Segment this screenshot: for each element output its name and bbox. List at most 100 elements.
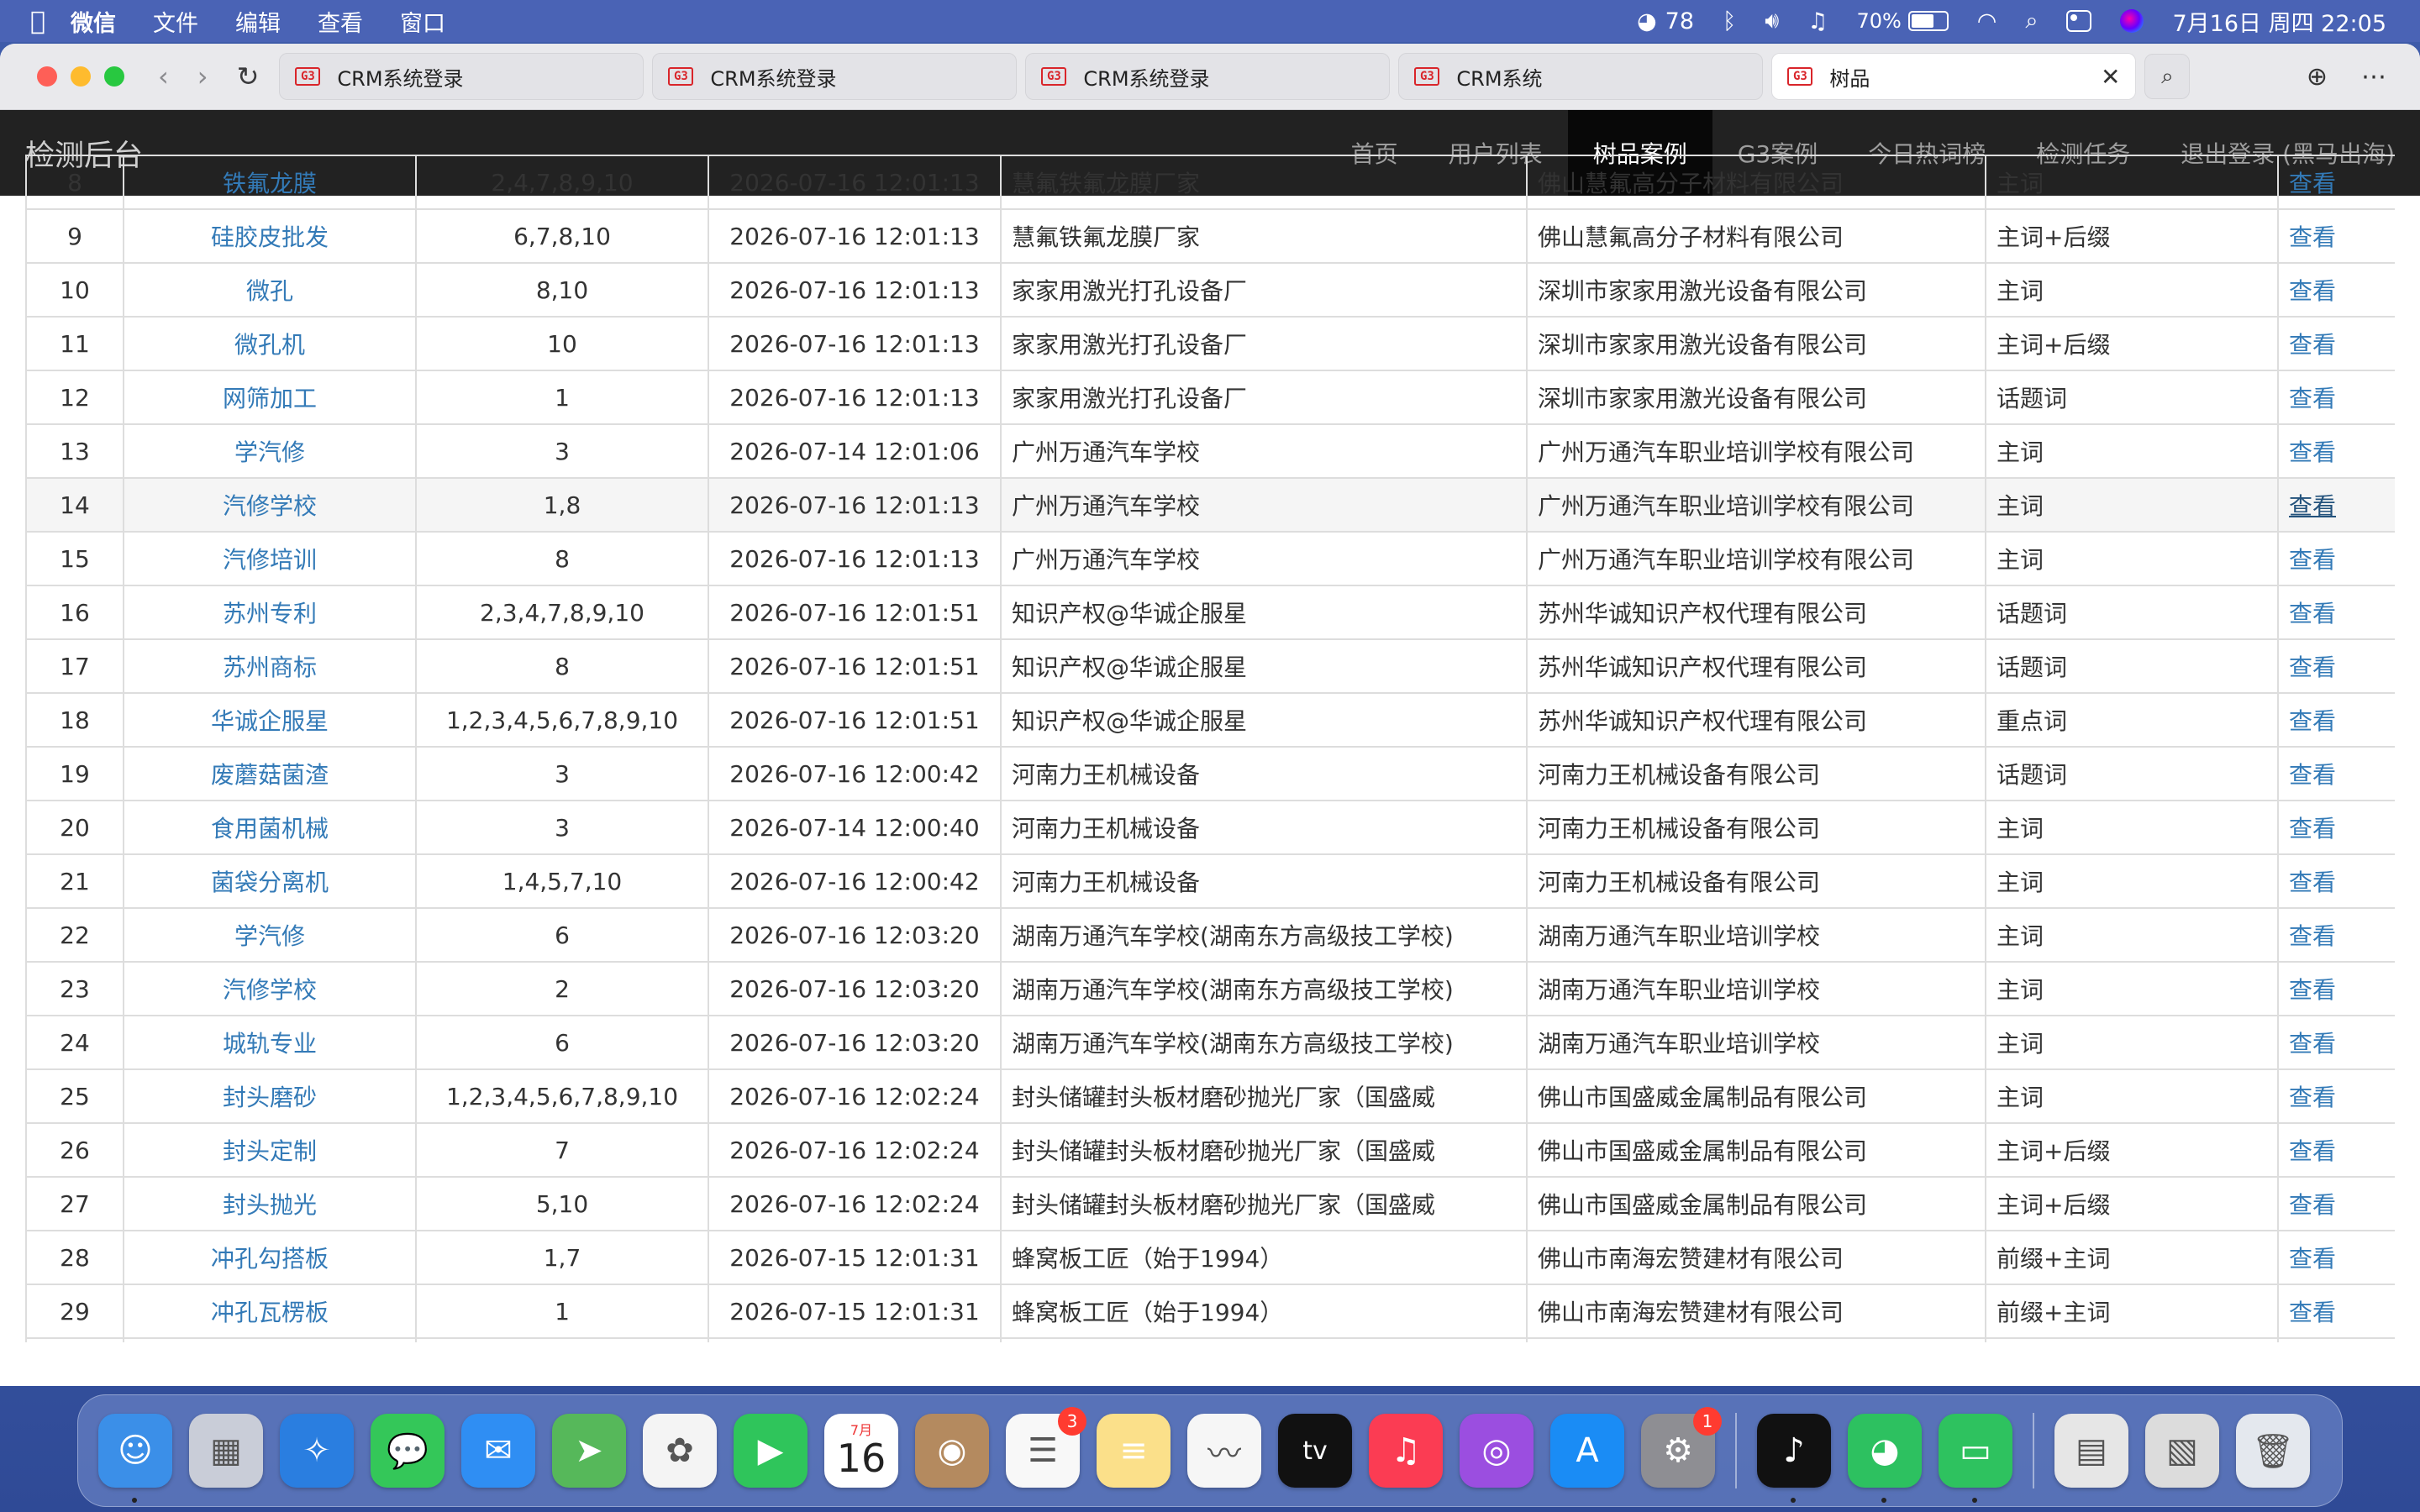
calendar-icon[interactable]: 7月 16 (824, 1414, 898, 1488)
keyword-link[interactable]: 硅胶皮批发 (211, 223, 329, 251)
spotlight-search-icon[interactable]: ⌕ (2025, 8, 2038, 34)
battery-status[interactable]: 70% (1856, 9, 1949, 33)
browser-tab-4[interactable]: G3 CRM系统 (1398, 53, 1764, 100)
keyword-link[interactable]: 汽修培训 (223, 546, 317, 574)
chat-icon[interactable]: ▭ (1939, 1414, 2012, 1503)
view-link[interactable]: 查看 (2289, 1030, 2336, 1058)
keyword-link[interactable]: 冲孔勾搭板 (211, 1245, 329, 1273)
view-link[interactable]: 查看 (2289, 654, 2336, 681)
finder-icon[interactable]: ☺ (98, 1414, 172, 1503)
view-link[interactable]: 查看 (2289, 223, 2336, 251)
browser-tab-1[interactable]: G3 CRM系统登录 (279, 53, 644, 100)
view-link[interactable]: 查看 (2289, 546, 2336, 574)
menu-file[interactable]: 文件 (153, 5, 198, 38)
view-link[interactable]: 查看 (2289, 438, 2336, 466)
keyword-link[interactable]: 苏州商标 (223, 654, 317, 681)
keyword-link[interactable]: 食用菌机械 (211, 815, 329, 843)
minimize-window-button[interactable] (71, 66, 91, 87)
menu-view[interactable]: 查看 (318, 5, 363, 38)
close-tab-icon[interactable]: ✕ (2101, 63, 2120, 91)
apple-menu-icon[interactable]:  (30, 7, 45, 36)
view-link[interactable]: 查看 (2289, 1191, 2336, 1219)
view-link[interactable]: 查看 (2289, 600, 2336, 627)
wechat-status-item[interactable]: ◕ 78 (1637, 8, 1694, 34)
freeform-icon[interactable]: 〰 (1187, 1414, 1261, 1488)
view-link[interactable]: 查看 (2289, 170, 2336, 197)
results-table-container[interactable]: 8 铁氟龙膜 2,4,7,8,9,10 2026-07-16 12:01:13 慧氟铁氟… (25, 155, 2395, 1342)
keyword-link[interactable]: 汽修学校 (223, 492, 317, 520)
view-link[interactable]: 查看 (2289, 277, 2336, 305)
keyword-link[interactable]: 学汽修 (234, 438, 305, 466)
bluetooth-icon[interactable]: ᛒ (1723, 8, 1736, 34)
music-app-icon[interactable]: ♪ (1757, 1414, 1831, 1503)
globe-icon[interactable]: ⊕ (2307, 62, 2328, 92)
notes-icon[interactable]: ≡ (1097, 1414, 1171, 1488)
view-link[interactable]: 查看 (2289, 815, 2336, 843)
maps-icon[interactable]: ➤ (552, 1414, 626, 1488)
contacts-icon[interactable]: ◉ (915, 1414, 989, 1488)
view-link[interactable]: 查看 (2289, 922, 2336, 950)
preview-icon[interactable]: ▤ (2054, 1414, 2128, 1488)
view-link[interactable]: 查看 (2289, 707, 2336, 735)
view-link[interactable]: 查看 (2289, 385, 2336, 412)
siri-icon[interactable] (2120, 9, 2144, 33)
safari-icon[interactable]: ✧ (280, 1414, 354, 1488)
view-link[interactable]: 查看 (2289, 976, 2336, 1004)
view-link[interactable]: 查看 (2289, 1299, 2336, 1326)
photos-icon[interactable]: ✿ (643, 1414, 717, 1488)
messages-icon[interactable]: 💬 (371, 1414, 445, 1488)
podcasts-icon[interactable]: ◎ (1460, 1414, 1534, 1488)
keyword-link[interactable]: 苏州专利 (223, 600, 317, 627)
keyword-link[interactable]: 封头定制 (223, 1137, 317, 1165)
music-icon[interactable]: ♫ (1369, 1414, 1443, 1488)
zoom-window-button[interactable] (104, 66, 124, 87)
keyword-link[interactable]: 铁氟龙膜 (223, 170, 317, 197)
view-link[interactable]: 查看 (2289, 761, 2336, 789)
view-link[interactable]: 查看 (2289, 331, 2336, 359)
browser-tab-3[interactable]: G3 CRM系统登录 (1025, 53, 1391, 100)
keyword-link[interactable]: 华诚企服星 (211, 707, 329, 735)
app-store-icon[interactable]: A (1550, 1414, 1624, 1488)
menu-edit[interactable]: 编辑 (235, 5, 281, 38)
keyword-link[interactable]: 菌袋分离机 (211, 869, 329, 896)
keyword-link[interactable]: 封头抛光 (223, 1191, 317, 1219)
menu-app-name[interactable]: 微信 (71, 5, 116, 38)
menu-window[interactable]: 窗口 (400, 5, 445, 38)
wifi-icon[interactable]: ◠ (1977, 8, 1997, 34)
control-center-icon[interactable] (2066, 10, 2092, 32)
wechat-icon[interactable]: ◕ (1848, 1414, 1922, 1503)
view-link[interactable]: 查看 (2289, 492, 2336, 520)
keyword-link[interactable]: 封头磨砂 (223, 1084, 317, 1111)
view-link[interactable]: 查看 (2289, 1137, 2336, 1165)
keyword-link[interactable]: 汽修学校 (223, 976, 317, 1004)
screenshot-icon[interactable]: ▧ (2145, 1414, 2219, 1488)
view-link[interactable]: 查看 (2289, 1245, 2336, 1273)
menu-datetime[interactable]: 7月16日 周四 22:05 (2172, 5, 2386, 38)
facetime-icon[interactable]: ▶ (734, 1414, 808, 1488)
view-link[interactable]: 查看 (2289, 869, 2336, 896)
mail-icon[interactable]: ✉ (461, 1414, 535, 1488)
view-link[interactable]: 查看 (2289, 1084, 2336, 1111)
keyword-link[interactable]: 微孔机 (234, 331, 305, 359)
reload-icon[interactable]: ↻ (237, 60, 260, 92)
browser-tab-5-active[interactable]: G3 树品 ✕ (1771, 53, 2137, 100)
keyword-link[interactable]: 微孔 (246, 277, 293, 305)
forward-icon[interactable]: › (197, 60, 208, 92)
back-icon[interactable]: ‹ (158, 60, 169, 92)
trash-icon[interactable]: 🗑 (2236, 1414, 2310, 1488)
close-window-button[interactable] (37, 66, 57, 87)
reminders-icon[interactable]: ☰ 3 (1006, 1407, 1086, 1488)
apple-tv-icon[interactable]: tv (1278, 1414, 1352, 1488)
keyword-link[interactable]: 网筛加工 (223, 385, 317, 412)
tab-search-button[interactable]: ⌕ (2144, 54, 2191, 99)
keyword-link[interactable]: 学汽修 (234, 922, 305, 950)
keyword-link[interactable]: 城轨专业 (223, 1030, 317, 1058)
launchpad-icon[interactable]: ▦ (189, 1414, 263, 1488)
keyword-link[interactable]: 冲孔瓦楞板 (211, 1299, 329, 1326)
browser-tab-2[interactable]: G3 CRM系统登录 (652, 53, 1018, 100)
more-options-icon[interactable]: ⋯ (2361, 62, 2386, 92)
keyword-link[interactable]: 废蘑菇菌渣 (211, 761, 329, 789)
system-settings-icon[interactable]: ⚙ 1 (1641, 1407, 1722, 1488)
music-status-icon[interactable]: ♫ (1807, 8, 1828, 34)
volume-icon[interactable]: 🔊︎ (1765, 8, 1779, 34)
